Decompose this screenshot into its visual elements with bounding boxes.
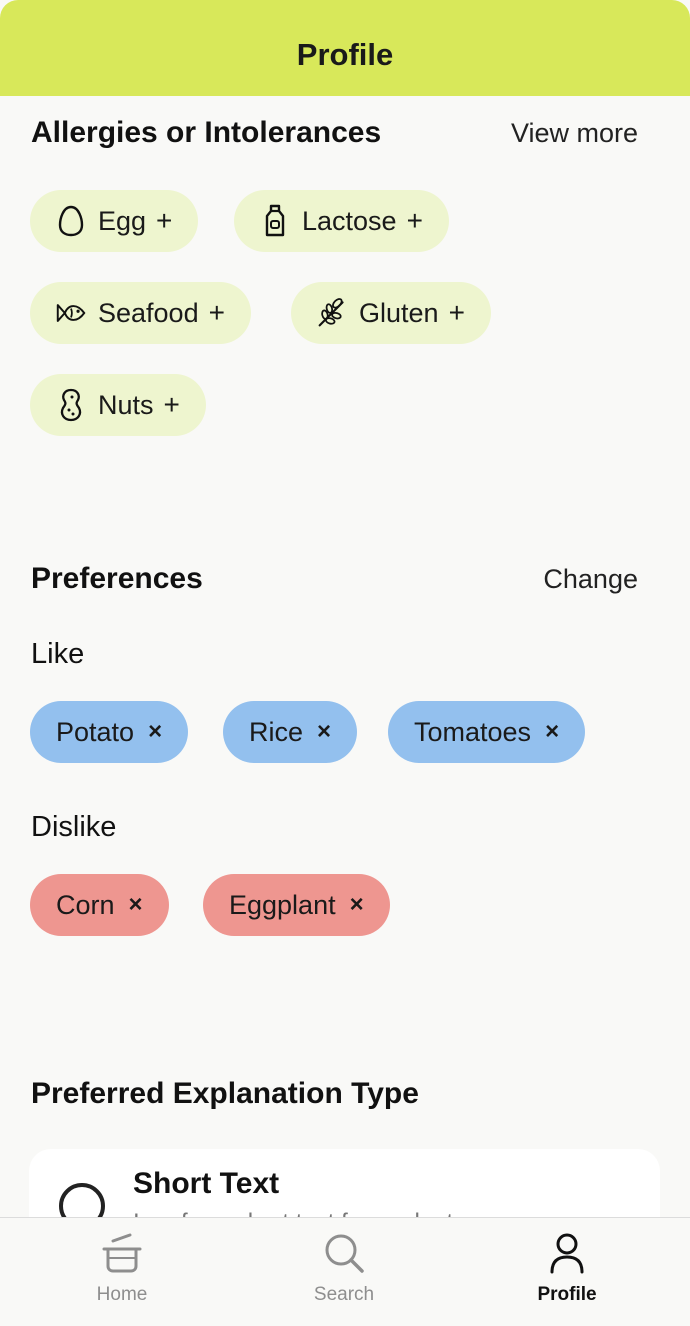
view-more-link[interactable]: View more [511,118,638,149]
like-chip-rice[interactable]: Rice × [223,701,358,763]
option-title: Short Text [133,1167,280,1200]
add-icon: + [163,389,180,420]
add-icon: + [406,205,423,236]
allergies-title: Allergies or Intolerances [31,116,382,149]
page-title: Profile [296,37,394,72]
dislike-label: Corn [56,889,115,920]
like-chip-tomatoes[interactable]: Tomatoes × [388,701,586,763]
allergy-chip-gluten[interactable]: Gluten + [291,282,491,344]
allergy-chip-egg[interactable]: Egg + [30,190,199,252]
like-label: Rice [249,716,304,747]
egg-icon [56,204,86,238]
remove-icon[interactable]: × [129,891,143,919]
change-link[interactable]: Change [543,564,638,595]
tab-label: Profile [537,1284,597,1305]
option-description: I prefer a short text for each step [133,1209,480,1217]
preferences-title: Preferences [31,562,203,595]
like-label: Like [31,638,85,670]
profile-content[interactable]: Allergies or Intolerances View more Egg … [0,96,690,1217]
user-icon [544,1230,590,1276]
tab-profile[interactable]: Profile [452,1218,682,1326]
milk-bottle-icon [260,204,290,238]
bottom-tab-bar: Home Search Profile [0,1217,690,1326]
allergy-label: Nuts [98,389,154,420]
add-icon: + [156,205,173,236]
like-label: Potato [56,716,135,747]
remove-icon[interactable]: × [317,718,331,746]
tab-home[interactable]: Home [7,1218,237,1326]
add-icon: + [208,297,225,328]
dislike-chip-eggplant[interactable]: Eggplant × [203,874,390,936]
remove-icon[interactable]: × [545,718,559,746]
explanation-option-card[interactable]: Short Text I prefer a short text for eac… [29,1149,660,1217]
tab-search[interactable]: Search [229,1218,459,1326]
add-icon: + [448,297,465,328]
tab-label: Home [96,1284,148,1305]
allergy-label: Egg [98,205,147,236]
dislike-label: Dislike [31,811,117,843]
remove-icon[interactable]: × [350,891,364,919]
allergy-label: Lactose [302,205,397,236]
allergy-chip-nuts[interactable]: Nuts + [30,374,206,436]
allergy-chip-lactose[interactable]: Lactose + [234,190,449,252]
cooking-pot-icon [99,1230,145,1276]
wheat-icon [317,296,347,330]
top-header: Profile [0,0,690,96]
remove-icon[interactable]: × [148,718,162,746]
peanut-icon [56,388,86,422]
allergy-label: Gluten [359,297,439,328]
like-label: Tomatoes [414,716,532,747]
dislike-chip-corn[interactable]: Corn × [30,874,169,936]
explanation-title: Preferred Explanation Type [31,1077,419,1110]
allergy-label: Seafood [98,297,199,328]
fish-icon [56,296,86,330]
search-icon [321,1230,367,1276]
like-chip-potato[interactable]: Potato × [30,701,189,763]
radio-button[interactable] [59,1183,105,1217]
dislike-label: Eggplant [229,889,336,920]
allergy-chip-seafood[interactable]: Seafood + [30,282,251,344]
tab-label: Search [313,1284,375,1305]
